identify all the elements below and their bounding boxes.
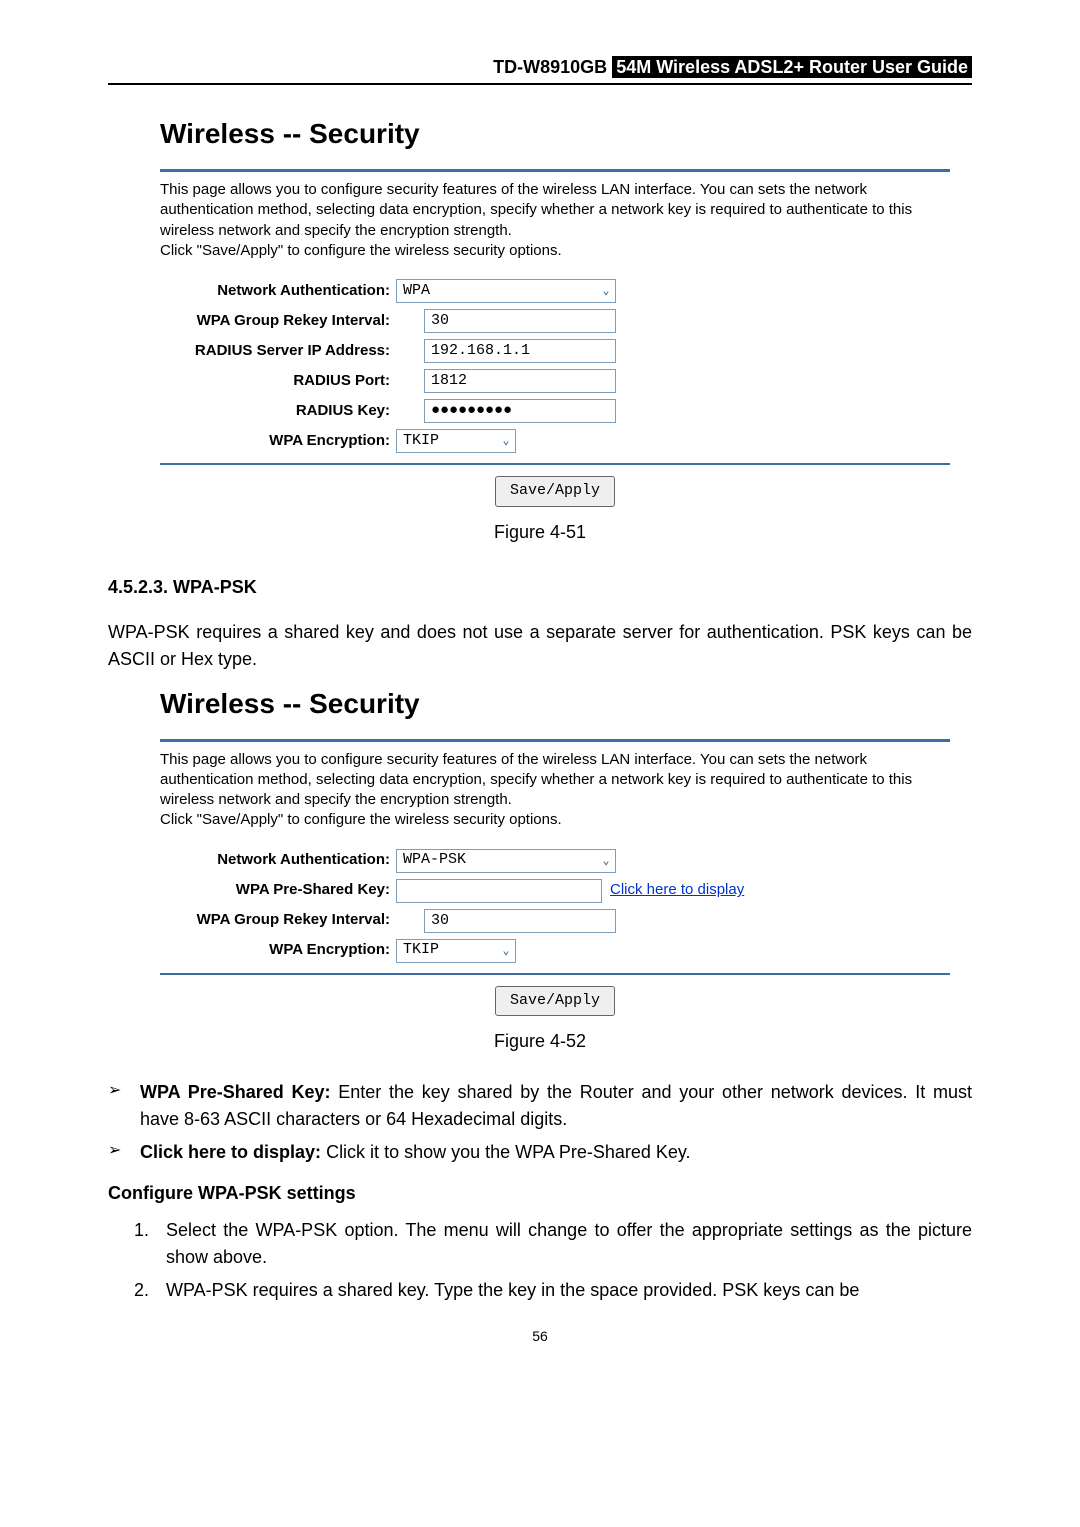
desc-line2: Click "Save/Apply" to configure the wire… <box>160 242 562 259</box>
bullet-list: ➢ WPA Pre-Shared Key: Enter the key shar… <box>108 1079 972 1166</box>
select-value: WPA-PSK <box>397 849 597 872</box>
step-item: WPA-PSK requires a shared key. Type the … <box>154 1277 972 1304</box>
chevron-down-icon: ⌄ <box>497 432 515 450</box>
label-network-authentication: Network Authentication: <box>160 849 396 872</box>
desc-line2: Click "Save/Apply" to configure the wire… <box>160 811 562 828</box>
label-radius-key: RADIUS Key: <box>160 400 396 423</box>
input-radius-port[interactable]: 1812 <box>424 369 616 393</box>
panel-description: This page allows you to configure securi… <box>160 750 950 831</box>
figure-caption-4-52: Figure 4-52 <box>108 1028 972 1055</box>
chevron-down-icon: ⌄ <box>597 852 615 870</box>
model-code: TD-W8910GB <box>493 57 607 77</box>
input-group-rekey[interactable]: 30 <box>424 909 616 933</box>
input-radius-ip[interactable]: 192.168.1.1 <box>424 339 616 363</box>
configure-heading: Configure WPA-PSK settings <box>108 1180 972 1207</box>
panel-title: Wireless -- Security <box>160 113 950 155</box>
input-psk[interactable] <box>396 879 602 903</box>
desc-line1: This page allows you to configure securi… <box>160 181 912 239</box>
label-network-authentication: Network Authentication: <box>160 280 396 303</box>
save-apply-button[interactable]: Save/Apply <box>495 986 615 1017</box>
step-item: Select the WPA-PSK option. The menu will… <box>154 1217 972 1271</box>
select-network-authentication[interactable]: WPA-PSK ⌄ <box>396 849 616 873</box>
save-apply-button[interactable]: Save/Apply <box>495 476 615 507</box>
screenshot-4-51: Wireless -- Security This page allows yo… <box>160 113 950 507</box>
section-paragraph: WPA-PSK requires a shared key and does n… <box>108 619 972 673</box>
select-value: WPA <box>397 280 597 303</box>
select-value: TKIP <box>397 430 497 453</box>
panel-description: This page allows you to configure securi… <box>160 180 950 261</box>
list-item: ➢ WPA Pre-Shared Key: Enter the key shar… <box>108 1079 972 1133</box>
bullet-arrow-icon: ➢ <box>108 1139 140 1166</box>
label-radius-ip: RADIUS Server IP Address: <box>160 340 396 363</box>
bullet-strong: WPA Pre-Shared Key: <box>140 1082 331 1102</box>
label-group-rekey: WPA Group Rekey Interval: <box>160 310 396 333</box>
divider <box>160 463 950 465</box>
divider <box>160 973 950 975</box>
screenshot-4-52: Wireless -- Security This page allows yo… <box>160 683 950 1017</box>
select-value: TKIP <box>397 939 497 962</box>
panel-title: Wireless -- Security <box>160 683 950 725</box>
label-wpa-encryption: WPA Encryption: <box>160 430 396 453</box>
document-page: TD-W8910GB 54M Wireless ADSL2+ Router Us… <box>0 0 1080 1407</box>
figure-caption-4-51: Figure 4-51 <box>108 519 972 546</box>
select-network-authentication[interactable]: WPA ⌄ <box>396 279 616 303</box>
label-radius-port: RADIUS Port: <box>160 370 396 393</box>
divider <box>160 739 950 742</box>
list-item: ➢ Click here to display: Click it to sho… <box>108 1139 972 1166</box>
page-number: 56 <box>108 1326 972 1347</box>
select-wpa-encryption[interactable]: TKIP ⌄ <box>396 939 516 963</box>
label-wpa-encryption: WPA Encryption: <box>160 939 396 962</box>
manual-title: 54M Wireless ADSL2+ Router User Guide <box>612 56 972 78</box>
chevron-down-icon: ⌄ <box>597 282 615 300</box>
page-header: TD-W8910GB 54M Wireless ADSL2+ Router Us… <box>108 54 972 85</box>
select-wpa-encryption[interactable]: TKIP ⌄ <box>396 429 516 453</box>
chevron-down-icon: ⌄ <box>497 942 515 960</box>
section-heading: 4.5.2.3. WPA-PSK <box>108 574 972 601</box>
desc-line1: This page allows you to configure securi… <box>160 751 912 809</box>
label-group-rekey: WPA Group Rekey Interval: <box>160 909 396 932</box>
link-click-here-to-display[interactable]: Click here to display <box>610 879 744 902</box>
bullet-arrow-icon: ➢ <box>108 1079 140 1133</box>
input-radius-key[interactable]: ●●●●●●●●● <box>424 399 616 423</box>
divider <box>160 169 950 172</box>
bullet-strong: Click here to display: <box>140 1142 321 1162</box>
input-group-rekey[interactable]: 30 <box>424 309 616 333</box>
ordered-steps: Select the WPA-PSK option. The menu will… <box>154 1217 972 1304</box>
label-psk: WPA Pre-Shared Key: <box>160 879 396 902</box>
bullet-text: Click it to show you the WPA Pre-Shared … <box>321 1142 690 1162</box>
